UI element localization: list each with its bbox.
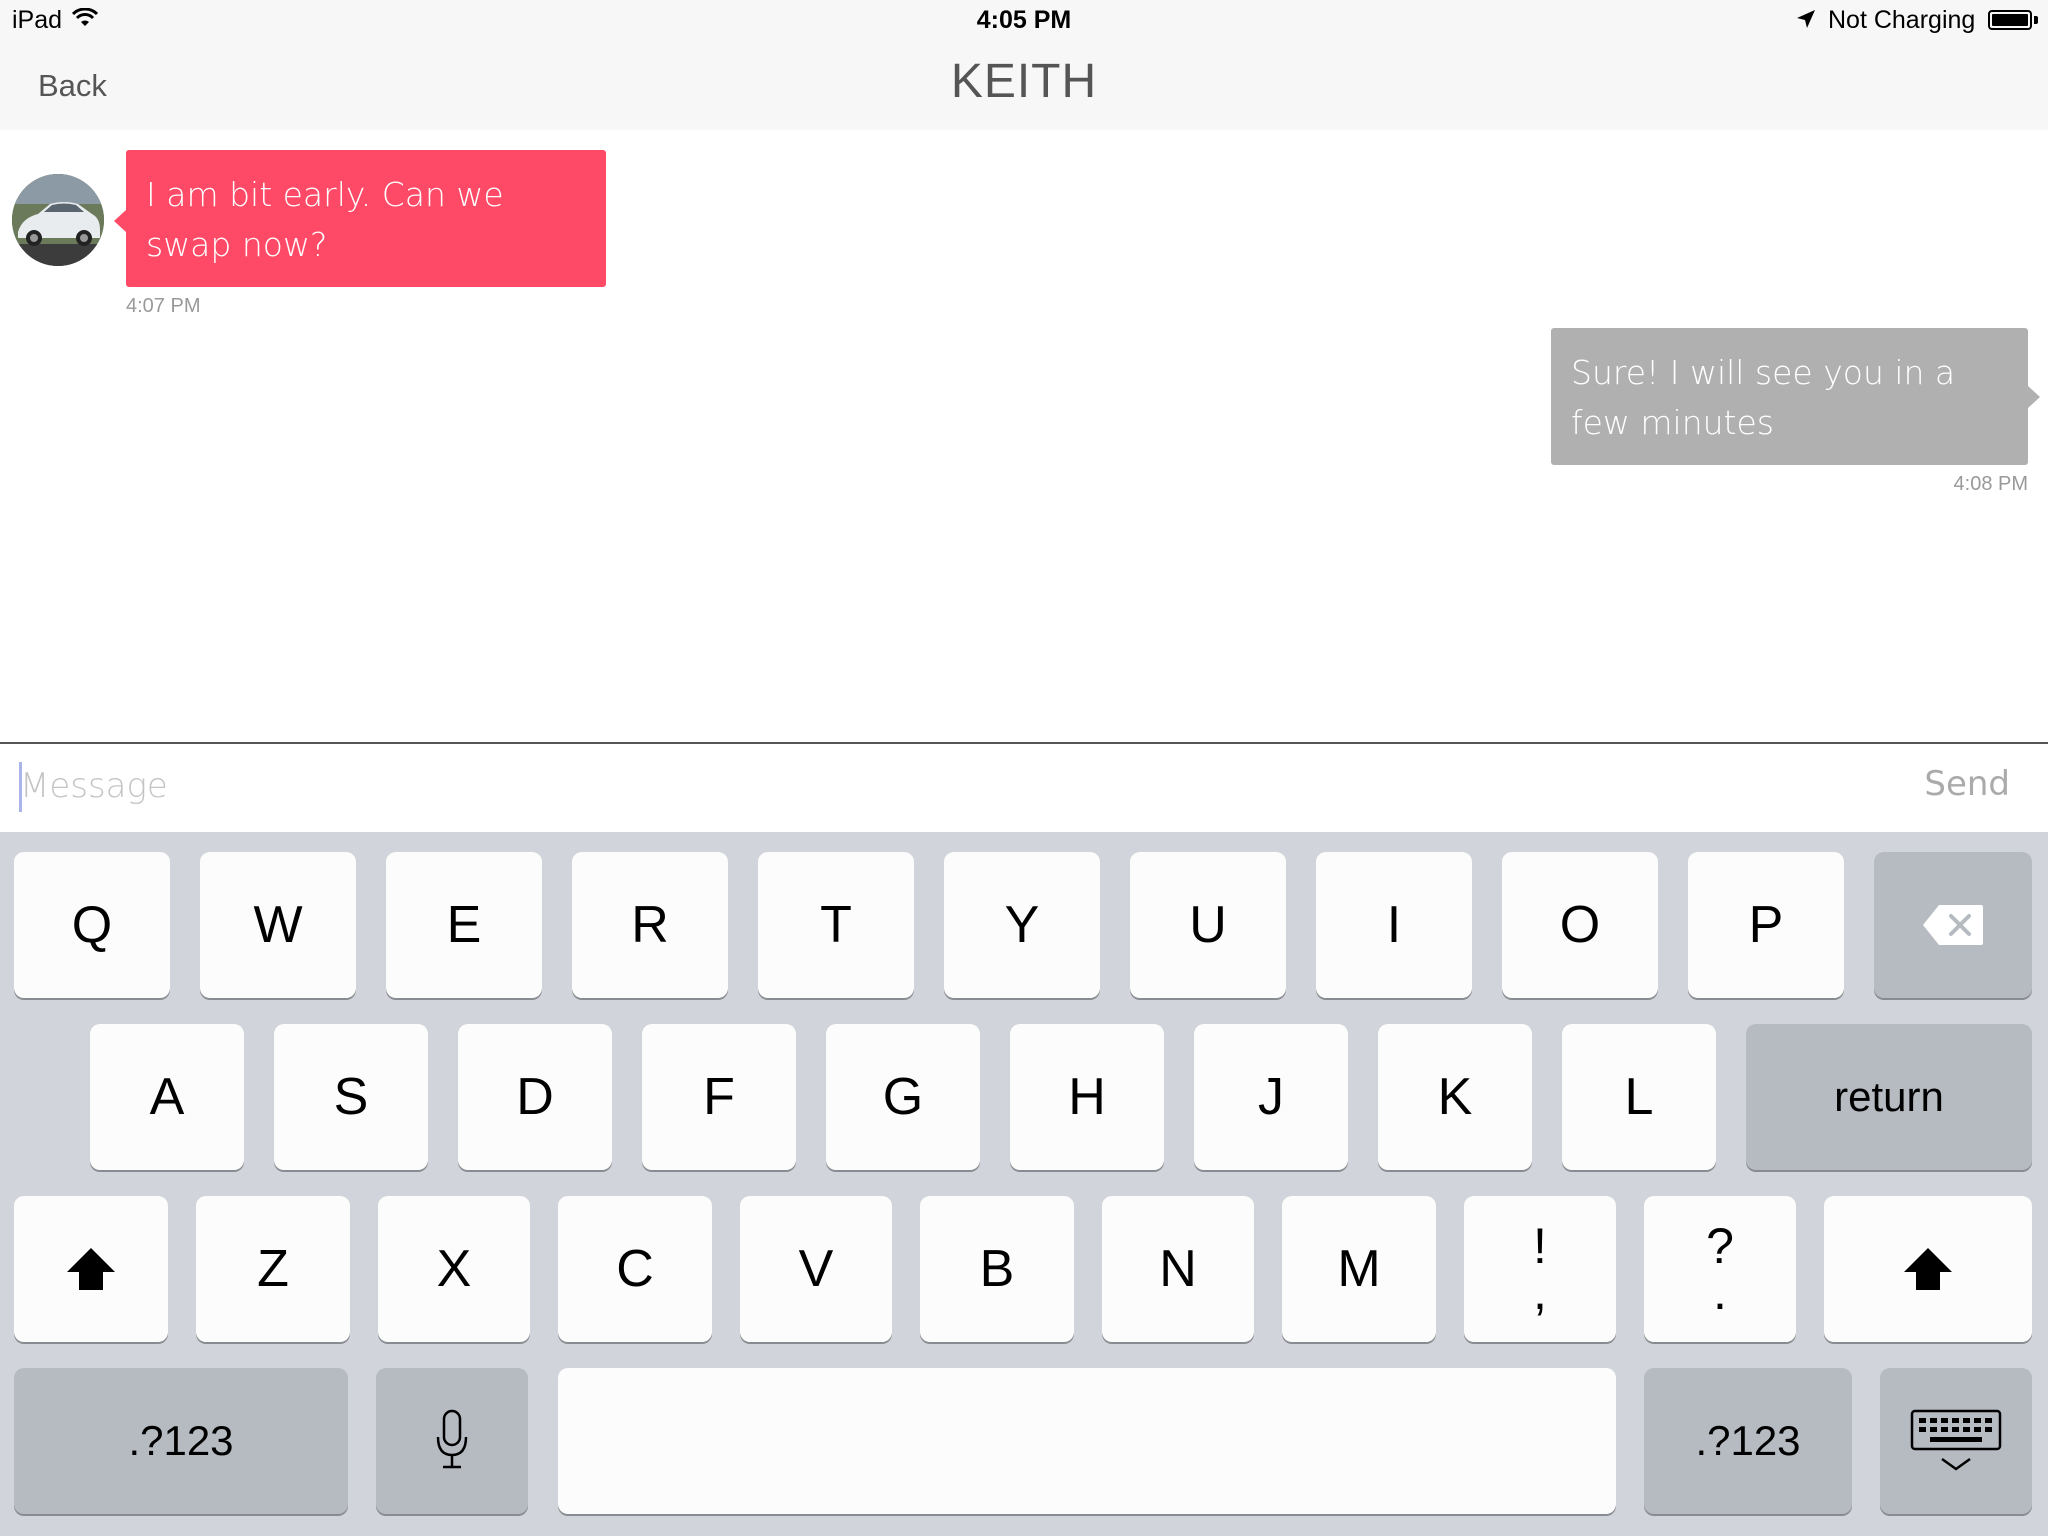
backspace-icon: [1923, 905, 1983, 945]
key-u[interactable]: U: [1130, 852, 1286, 998]
incoming-message-time: 4:07 PM: [126, 295, 201, 317]
dictation-key[interactable]: [376, 1368, 528, 1514]
page-title: KEITH: [950, 55, 1098, 108]
charging-status: Not Charging: [1828, 6, 1976, 34]
outgoing-message-bubble[interactable]: Sure! I will see you in a few minutes: [1551, 328, 2028, 465]
key-exclaim-comma[interactable]: ! ,: [1464, 1196, 1616, 1342]
key-v[interactable]: V: [740, 1196, 892, 1342]
key-p[interactable]: P: [1688, 852, 1844, 998]
key-r[interactable]: R: [572, 852, 728, 998]
key-e[interactable]: E: [386, 852, 542, 998]
shift-arrow-icon: [67, 1248, 115, 1290]
key-b[interactable]: B: [920, 1196, 1074, 1342]
key-h[interactable]: H: [1010, 1024, 1164, 1170]
incoming-bubble-tail: [114, 210, 126, 232]
key-f[interactable]: F: [642, 1024, 796, 1170]
key-x[interactable]: X: [378, 1196, 530, 1342]
location-arrow-icon: [1796, 9, 1816, 34]
key-z[interactable]: Z: [196, 1196, 350, 1342]
key-i[interactable]: I: [1316, 852, 1472, 998]
space-bar[interactable]: [558, 1368, 1616, 1514]
key-n[interactable]: N: [1102, 1196, 1254, 1342]
key-question-period[interactable]: ? .: [1644, 1196, 1796, 1342]
key-g[interactable]: G: [826, 1024, 980, 1170]
key-o[interactable]: O: [1502, 852, 1658, 998]
send-button[interactable]: Send: [1900, 764, 2010, 804]
return-key[interactable]: return: [1746, 1024, 2032, 1170]
car-photo-icon: [12, 174, 104, 266]
key-c[interactable]: C: [558, 1196, 712, 1342]
battery-nub: [2034, 16, 2038, 24]
key-w[interactable]: W: [200, 852, 356, 998]
key-t[interactable]: T: [758, 852, 914, 998]
key-y[interactable]: Y: [944, 852, 1100, 998]
microphone-icon: [436, 1409, 468, 1469]
numbers-key-right[interactable]: .?123: [1644, 1368, 1852, 1514]
key-j[interactable]: J: [1194, 1024, 1348, 1170]
outgoing-bubble-tail: [2028, 386, 2040, 408]
key-a[interactable]: A: [90, 1024, 244, 1170]
avatar[interactable]: [12, 174, 104, 266]
key-k[interactable]: K: [1378, 1024, 1532, 1170]
message-input[interactable]: [20, 760, 1820, 812]
status-time: 4:05 PM: [976, 6, 1072, 34]
battery-icon: [1988, 10, 2032, 30]
key-d[interactable]: D: [458, 1024, 612, 1170]
shift-arrow-icon: [1904, 1248, 1952, 1290]
shift-key-right[interactable]: [1824, 1196, 2032, 1342]
dismiss-keyboard-key[interactable]: [1880, 1368, 2032, 1514]
incoming-message-bubble[interactable]: I am bit early. Can we swap now?: [126, 150, 606, 287]
onscreen-keyboard: Q W E R T Y U I O P A S D F G H J K L re…: [0, 832, 2048, 1536]
key-m[interactable]: M: [1282, 1196, 1436, 1342]
key-s[interactable]: S: [274, 1024, 428, 1170]
key-l[interactable]: L: [1562, 1024, 1716, 1170]
outgoing-message-time: 4:08 PM: [1953, 473, 2028, 495]
keyboard-hide-icon: [1910, 1409, 2002, 1471]
shift-key-left[interactable]: [14, 1196, 168, 1342]
delete-key[interactable]: [1874, 852, 2032, 998]
numbers-key-left[interactable]: .?123: [14, 1368, 348, 1514]
key-q[interactable]: Q: [14, 852, 170, 998]
